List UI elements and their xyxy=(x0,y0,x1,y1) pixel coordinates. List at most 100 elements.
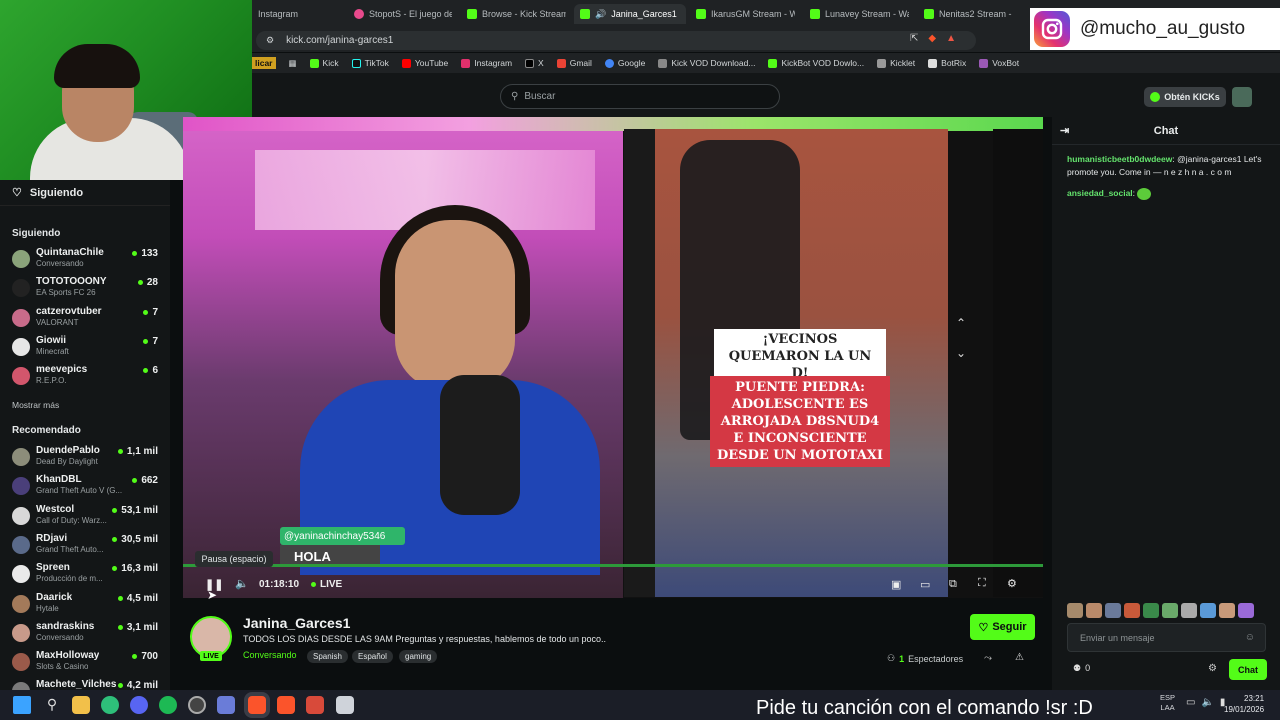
bookmark-google[interactable]: Google xyxy=(604,58,645,68)
bookmark-tiktok[interactable]: TikTok xyxy=(351,58,389,68)
apps-grid-icon[interactable]: ▦ xyxy=(289,58,297,69)
brave-shield-icon[interactable]: ◆ xyxy=(928,33,936,44)
show-more-link[interactable]: Mostrar más xyxy=(12,400,59,410)
sidebar-channel-item[interactable]: catzerovtuber VALORANT 7 xyxy=(12,306,162,332)
chat-input[interactable]: Enviar un mensaje ☺ xyxy=(1067,623,1266,652)
tab-ikarusgm[interactable]: IkarusGM Stream - Wa xyxy=(690,4,795,24)
app-icon[interactable] xyxy=(101,696,119,714)
file-explorer-icon[interactable] xyxy=(72,696,90,714)
site-info-icon[interactable]: ⚙ xyxy=(266,35,274,46)
chevron-up-icon[interactable]: ⌃ xyxy=(956,316,966,330)
sidebar-channel-item[interactable]: meevepics R.E.P.O. 6 xyxy=(12,364,162,390)
clip-icon[interactable]: ▣ xyxy=(891,578,901,591)
notepad-icon[interactable] xyxy=(336,696,354,714)
sidebar-channel-item[interactable]: RDjavi Grand Theft Auto... 30,5 mil xyxy=(12,533,162,559)
sidebar-channel-item[interactable]: Giowii Minecraft 7 xyxy=(12,335,162,361)
search-input[interactable]: ⚲ Buscar xyxy=(500,84,780,109)
sidebar-channel-item[interactable]: QuintanaChile Conversando 133 xyxy=(12,247,162,273)
tab-stopots[interactable]: StopotS - El juego de xyxy=(348,4,452,24)
sidebar-channel-item[interactable]: MaxHolloway Slots & Casino 700 xyxy=(12,650,162,676)
tab-browse-kick[interactable]: Browse - Kick Streamin xyxy=(461,4,566,24)
share-icon[interactable]: ⤳ xyxy=(984,653,992,664)
stream-category[interactable]: Conversando xyxy=(243,650,297,660)
emoji-icon[interactable]: ☺ xyxy=(1245,632,1255,643)
channel-avatar xyxy=(12,506,30,525)
tag-gaming[interactable]: gaming xyxy=(399,650,438,663)
get-kicks-button[interactable]: Obtén KICKs xyxy=(1144,87,1226,107)
settings-gear-icon[interactable]: ⚙ xyxy=(1007,577,1017,590)
progress-bar[interactable] xyxy=(183,564,1043,567)
sidebar-channel-item[interactable]: sandraskins Conversando 3,1 mil xyxy=(12,621,162,647)
sidebar-channel-item[interactable]: Spreen Producción de m... 16,3 mil xyxy=(12,562,162,588)
bookmark-gmail[interactable]: Gmail xyxy=(556,58,592,68)
tag-spanish[interactable]: Spanish xyxy=(307,650,348,663)
user-avatar[interactable] xyxy=(1232,87,1252,107)
streamer-name[interactable]: Janina_Garces1 xyxy=(243,615,350,631)
emote-icon[interactable] xyxy=(1219,603,1235,618)
chat-username[interactable]: humanisticbeetb0dwdeew xyxy=(1067,154,1172,164)
chat-username[interactable]: ansiedad_social xyxy=(1067,188,1133,198)
search-icon[interactable]: ⚲ xyxy=(43,696,61,714)
bookmark-botrix[interactable]: BotRix xyxy=(928,58,966,68)
bookmark-kick-vod[interactable]: Kick VOD Download... xyxy=(658,58,755,68)
brave-icon[interactable] xyxy=(277,696,295,714)
bookmark-youtube[interactable]: YouTube xyxy=(401,58,448,68)
live-dot-icon xyxy=(112,536,118,542)
sidebar-channel-item[interactable]: Westcol Call of Duty: Warz... 53,1 mil xyxy=(12,504,162,530)
song-request-ticker: Pide tu canción con el comando !sr :D xyxy=(756,697,1093,719)
share-icon[interactable]: ⇱ xyxy=(910,33,918,44)
tab-instagram[interactable]: Instagram xyxy=(252,4,344,24)
collapse-chat-icon[interactable]: ⇥ xyxy=(1060,124,1069,137)
report-icon[interactable]: ⚠ xyxy=(1015,652,1024,663)
bookmark-kick[interactable]: Kick xyxy=(309,58,339,68)
emote-icon[interactable] xyxy=(1067,603,1083,618)
channel-category: Call of Duty: Warz... xyxy=(36,515,107,525)
bookmark-apps-partial[interactable]: licar xyxy=(252,57,276,69)
tab-janina-garces1[interactable]: 🔊Janina_Garces1✕ xyxy=(574,4,686,24)
bookmark-kicklet[interactable]: Kicklet xyxy=(877,58,915,68)
brave-icon[interactable] xyxy=(306,696,324,714)
emote-icon[interactable] xyxy=(1181,603,1197,618)
theater-icon[interactable]: ▭ xyxy=(920,578,930,591)
follow-button[interactable]: ♡ Seguir xyxy=(970,614,1035,640)
sidebar-channel-item[interactable]: Daarick Hytale 4,5 mil xyxy=(12,592,162,618)
emote-icon[interactable] xyxy=(1162,603,1178,618)
discord-icon[interactable] xyxy=(130,696,148,714)
pip-icon[interactable]: ⧉ xyxy=(949,578,957,591)
tag-espanol[interactable]: Español xyxy=(352,650,393,663)
bookmark-x[interactable]: X xyxy=(525,58,544,68)
emote-icon[interactable] xyxy=(1200,603,1216,618)
brave-icon[interactable] xyxy=(248,696,266,714)
sidebar-channel-item[interactable]: KhanDBL Grand Theft Auto V (G... 662 xyxy=(12,474,162,500)
chevron-down-icon[interactable]: ⌄ xyxy=(956,346,966,360)
emote-icon[interactable] xyxy=(1086,603,1102,618)
emote-icon[interactable] xyxy=(1105,603,1121,618)
sidebar-channel-item[interactable]: DuendePablo Dead By Daylight 1,1 mil xyxy=(12,445,162,471)
tab-lunavey[interactable]: Lunavey Stream - Wat xyxy=(804,4,909,24)
volume-icon[interactable]: 🔈 xyxy=(235,577,249,590)
kicks-counter[interactable]: ⚉ 0 xyxy=(1073,663,1090,674)
brave-rewards-icon[interactable]: ▲ xyxy=(946,33,956,44)
bookmark-kickbot-vod[interactable]: KickBot VOD Dowlo... xyxy=(768,58,864,68)
following-nav-item[interactable]: ♡ Siguiendo xyxy=(0,180,170,206)
chat-send-button[interactable]: Chat xyxy=(1229,659,1267,680)
emote-icon[interactable] xyxy=(1238,603,1254,618)
volume-icon[interactable]: 🔈 xyxy=(1201,697,1213,708)
emote-icon[interactable] xyxy=(1124,603,1140,618)
emote-icon[interactable] xyxy=(1143,603,1159,618)
chat-settings-gear-icon[interactable]: ⚙ xyxy=(1208,663,1217,674)
network-icon[interactable]: ▭ xyxy=(1186,697,1195,708)
sidebar-channel-item[interactable]: TOTOTOOONY EA Sports FC 26 28 xyxy=(12,276,162,302)
tab-nenitas2[interactable]: Nenitas2 Stream - xyxy=(918,4,1018,24)
fullscreen-icon[interactable]: ⛶ xyxy=(978,577,986,590)
system-clock[interactable]: 23:21 19/01/2026 xyxy=(1224,693,1264,715)
app-icon[interactable] xyxy=(217,696,235,714)
windows-start-icon[interactable] xyxy=(13,696,31,714)
obs-icon[interactable] xyxy=(188,696,206,714)
url-field[interactable]: ⚙ kick.com/janina-garces1 xyxy=(256,31,976,50)
bookmark-voxbot[interactable]: VoxBot xyxy=(979,58,1019,68)
live-dot-icon xyxy=(112,507,118,513)
bookmark-instagram[interactable]: Instagram xyxy=(461,58,512,68)
spotify-icon[interactable] xyxy=(159,696,177,714)
input-language[interactable]: ESP LAA xyxy=(1160,693,1175,713)
